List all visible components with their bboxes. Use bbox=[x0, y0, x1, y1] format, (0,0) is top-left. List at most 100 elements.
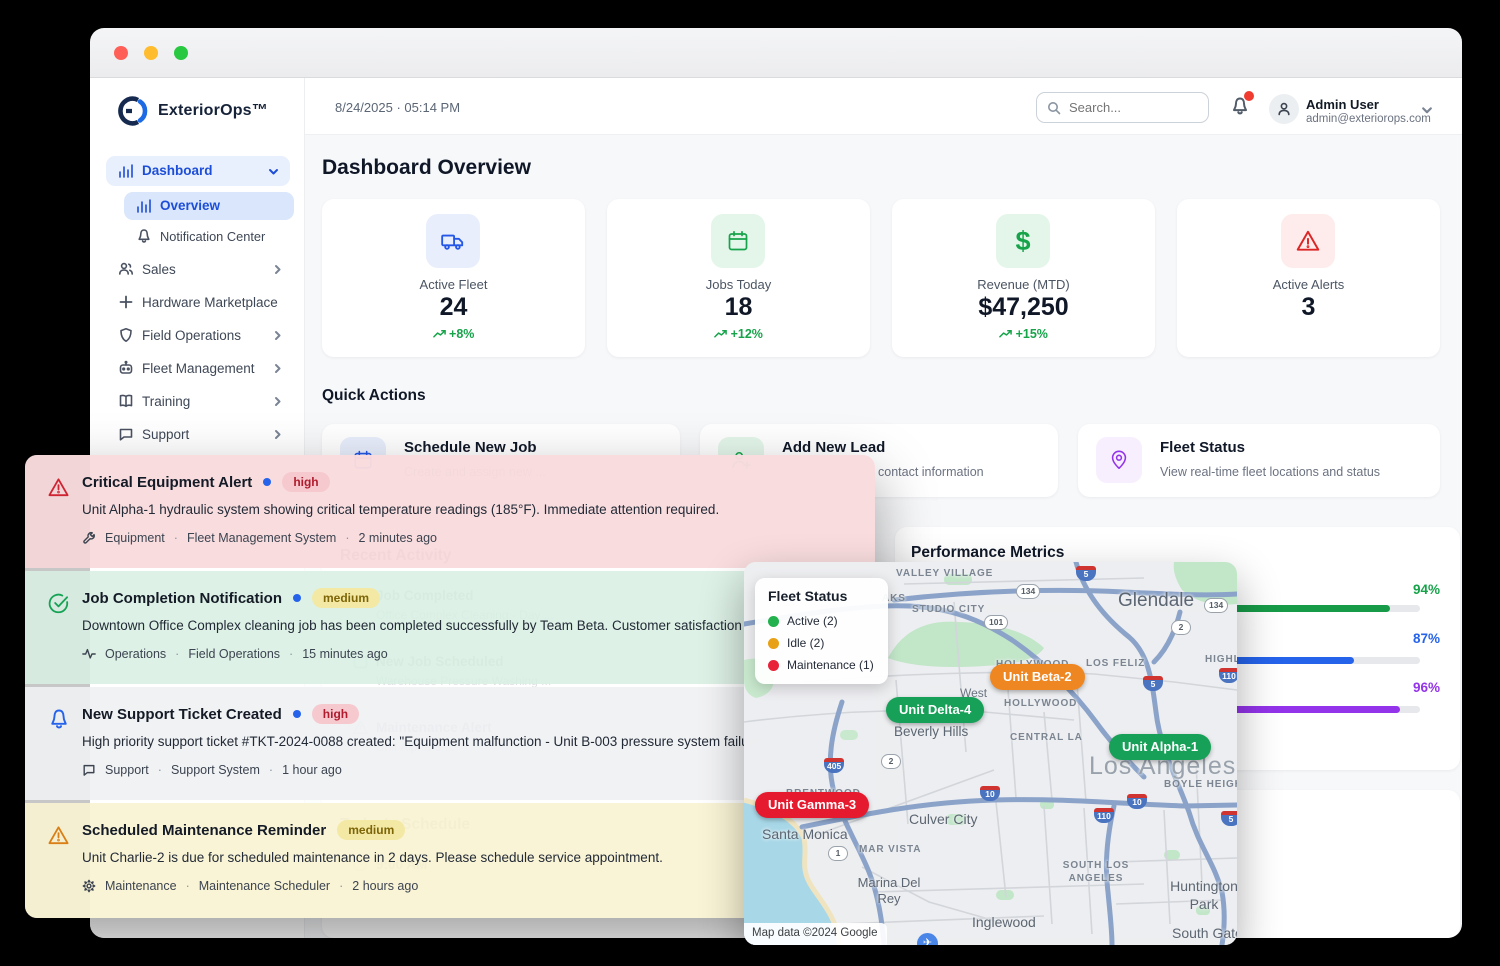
notification-meta: Equipment· Fleet Management System· 2 mi… bbox=[82, 531, 437, 545]
notification-desc: Unit Alpha-1 hydraulic system showing cr… bbox=[82, 502, 862, 517]
priority-badge: medium bbox=[337, 820, 405, 840]
map-place-label: MAR VISTA bbox=[859, 844, 921, 855]
quick-action-fleet-status[interactable]: Fleet Status View real-time fleet locati… bbox=[1078, 424, 1440, 497]
fleet-map[interactable]: VALLEY VILLAGE STUDIO CITY Glendale LOS … bbox=[744, 562, 1237, 945]
map-unit-marker[interactable]: Unit Gamma-3 bbox=[755, 792, 869, 818]
warning-triangle-icon bbox=[47, 824, 70, 847]
sidebar-item-label: Dashboard bbox=[142, 163, 213, 178]
map-unit-marker[interactable]: Unit Beta-2 bbox=[990, 664, 1085, 690]
map-place-label: HIGHL bbox=[1205, 654, 1237, 665]
window-titlebar[interactable] bbox=[90, 28, 1462, 78]
chevron-right-icon bbox=[272, 264, 283, 275]
fleet-status-legend: Fleet Status Active (2) Idle (2) Mainten… bbox=[755, 578, 888, 684]
sidebar-item-label: Training bbox=[142, 394, 190, 409]
sidebar-item-fleet-management[interactable]: Fleet Management bbox=[106, 355, 290, 383]
stat-trend: +12% bbox=[607, 327, 870, 341]
sidebar-item-label: Overview bbox=[160, 198, 220, 213]
priority-badge: medium bbox=[312, 588, 380, 608]
chevron-right-icon bbox=[272, 429, 283, 440]
wrench-icon bbox=[82, 531, 96, 545]
trend-up-icon bbox=[433, 329, 446, 339]
stat-label: Jobs Today bbox=[607, 277, 870, 292]
sidebar-item-label: Support bbox=[142, 427, 189, 442]
brand-name: ExteriorOps™ bbox=[158, 102, 268, 120]
sidebar-item-support[interactable]: Support bbox=[106, 421, 290, 449]
person-icon bbox=[1276, 101, 1292, 117]
quick-action-desc: contact information bbox=[878, 465, 984, 479]
search-input-wrapper[interactable] bbox=[1036, 92, 1209, 123]
interstate-shield: 10 bbox=[980, 786, 1000, 801]
stat-value: $47,250 bbox=[892, 293, 1155, 322]
map-place-label: South Gate bbox=[1172, 925, 1237, 941]
bell-icon bbox=[48, 708, 70, 730]
map-pin-icon bbox=[1096, 437, 1142, 483]
route-shield: 2 bbox=[1171, 620, 1191, 635]
performance-heading: Performance Metrics bbox=[911, 544, 1064, 562]
chevron-right-icon bbox=[272, 396, 283, 407]
user-email: admin@exteriorops.com bbox=[1306, 113, 1431, 125]
interstate-shield: 5 bbox=[1143, 676, 1163, 691]
notification-card-critical[interactable]: Critical Equipment Alert high Unit Alpha… bbox=[25, 455, 875, 568]
route-shield: 1 bbox=[828, 846, 848, 861]
bell-icon bbox=[136, 228, 152, 244]
sidebar-item-sales[interactable]: Sales bbox=[106, 256, 290, 284]
search-icon bbox=[1047, 101, 1061, 115]
sidebar-item-hardware-marketplace[interactable]: Hardware Marketplace bbox=[106, 289, 290, 317]
check-circle-icon bbox=[47, 592, 70, 615]
stat-card-revenue: $ Revenue (MTD) $47,250 +15% bbox=[892, 199, 1155, 357]
maintenance-dot bbox=[768, 660, 779, 671]
legend-title: Fleet Status bbox=[768, 588, 847, 604]
quick-action-title: Add New Lead bbox=[782, 439, 885, 456]
stat-card-jobs-today: Jobs Today 18 +12% bbox=[607, 199, 870, 357]
map-place-label: Glendale bbox=[1118, 590, 1194, 612]
interstate-shield: 5 bbox=[1221, 811, 1237, 826]
notification-title: New Support Ticket Created bbox=[82, 706, 282, 723]
legend-item: Idle (2) bbox=[768, 636, 824, 650]
quick-action-title: Schedule New Job bbox=[404, 439, 537, 456]
book-icon bbox=[118, 393, 134, 409]
map-unit-marker[interactable]: Unit Alpha-1 bbox=[1109, 734, 1211, 760]
chevron-down-icon[interactable] bbox=[268, 166, 279, 177]
search-input[interactable] bbox=[1069, 100, 1189, 115]
users-icon bbox=[118, 261, 134, 277]
sidebar-item-notification-center[interactable]: Notification Center bbox=[124, 224, 294, 250]
map-place-label: CENTRAL LA bbox=[1010, 732, 1083, 743]
map-unit-marker[interactable]: Unit Delta-4 bbox=[886, 697, 984, 723]
map-attribution: Map data ©2024 Google bbox=[744, 923, 887, 945]
sidebar-item-label: Field Operations bbox=[142, 328, 241, 343]
sidebar-item-dashboard[interactable]: Dashboard bbox=[106, 156, 290, 186]
screenshot-canvas: ExteriorOps™ Dashboard Overview bbox=[0, 0, 1500, 966]
dollar-icon: $ bbox=[996, 214, 1050, 268]
warning-triangle-icon bbox=[47, 476, 70, 499]
activity-pulse-icon bbox=[82, 647, 96, 661]
trend-up-icon bbox=[999, 329, 1012, 339]
sidebar-item-label: Hardware Marketplace bbox=[142, 295, 278, 310]
gear-icon bbox=[82, 879, 96, 893]
chat-icon bbox=[118, 426, 134, 442]
trend-up-icon bbox=[714, 329, 727, 339]
user-name[interactable]: Admin User bbox=[1306, 97, 1379, 112]
close-button[interactable] bbox=[114, 46, 128, 60]
avatar[interactable] bbox=[1269, 94, 1299, 124]
stat-value: 3 bbox=[1177, 293, 1440, 322]
map-place-label: HOLLYWOOD bbox=[1004, 698, 1077, 709]
robot-icon bbox=[118, 360, 134, 376]
sidebar-item-label: Fleet Management bbox=[142, 361, 255, 376]
map-place-label: STUDIO CITY bbox=[912, 604, 985, 615]
page-title: Dashboard Overview bbox=[322, 156, 531, 180]
stat-label: Active Fleet bbox=[322, 277, 585, 292]
unread-dot bbox=[293, 710, 301, 718]
sidebar-item-training[interactable]: Training bbox=[106, 388, 290, 416]
calendar-icon bbox=[711, 214, 765, 268]
zoom-button[interactable] bbox=[174, 46, 188, 60]
minimize-button[interactable] bbox=[144, 46, 158, 60]
sidebar-item-overview[interactable]: Overview bbox=[124, 192, 294, 220]
active-dot bbox=[768, 616, 779, 627]
notifications-bell-button[interactable] bbox=[1230, 96, 1250, 121]
stat-card-active-fleet: Active Fleet 24 +8% bbox=[322, 199, 585, 357]
chevron-down-icon[interactable] bbox=[1421, 104, 1433, 116]
stat-trend: +15% bbox=[892, 327, 1155, 341]
stat-label: Active Alerts bbox=[1177, 277, 1440, 292]
quick-action-desc: View real-time fleet locations and statu… bbox=[1160, 465, 1380, 479]
sidebar-item-field-operations[interactable]: Field Operations bbox=[106, 322, 290, 350]
